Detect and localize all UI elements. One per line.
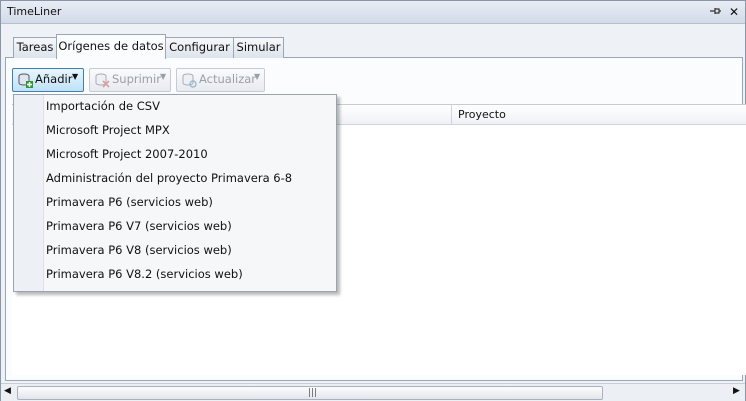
- horizontal-scrollbar[interactable]: ◀ ||| ▶: [1, 383, 745, 401]
- close-icon[interactable]: ✕: [726, 4, 742, 20]
- delete-button-label: Suprimir: [112, 72, 161, 86]
- database-refresh-icon: [181, 72, 197, 88]
- column-header-proyecto[interactable]: Proyecto: [458, 108, 506, 121]
- column-divider[interactable]: [451, 105, 452, 124]
- scroll-left-arrow-icon[interactable]: ◀: [4, 386, 11, 396]
- menu-item-csv-import[interactable]: Importación de CSV: [46, 96, 160, 116]
- database-add-icon: [17, 72, 33, 88]
- grip-icon: |||: [308, 388, 318, 398]
- tab-tareas[interactable]: Tareas: [13, 37, 57, 58]
- add-button[interactable]: Añadir ▼: [12, 68, 84, 92]
- delete-button[interactable]: Suprimir ▼: [89, 68, 171, 92]
- menu-item-primavera-p6-ws[interactable]: Primavera P6 (servicios web): [46, 192, 213, 212]
- menu-item-ms-project-mpx[interactable]: Microsoft Project MPX: [46, 120, 170, 140]
- menu-item-primavera-p6-v8-ws[interactable]: Primavera P6 V8 (servicios web): [46, 240, 232, 260]
- menu-item-ms-project-2007-2010[interactable]: Microsoft Project 2007-2010: [46, 144, 208, 164]
- add-button-label: Añadir: [35, 72, 73, 86]
- chevron-down-icon: ▼: [254, 72, 261, 81]
- refresh-button[interactable]: Actualizar ▼: [176, 68, 265, 92]
- database-delete-icon: [94, 72, 110, 88]
- refresh-button-label: Actualizar: [199, 72, 257, 86]
- menu-item-primavera-6-8[interactable]: Administración del proyecto Primavera 6-…: [46, 168, 292, 188]
- tab-configurar[interactable]: Configurar: [165, 37, 234, 58]
- scrollbar-thumb[interactable]: |||: [17, 386, 603, 400]
- title-bar: TimeLiner ✕: [1, 1, 745, 24]
- chevron-down-icon: ▼: [72, 72, 79, 81]
- timeliner-panel: TimeLiner ✕ Tareas Orígenes de datos Con…: [0, 0, 746, 401]
- pin-icon[interactable]: [707, 4, 723, 20]
- scroll-right-arrow-icon[interactable]: ▶: [733, 386, 740, 396]
- tab-origenes-de-datos[interactable]: Orígenes de datos: [56, 34, 166, 59]
- menu-item-primavera-p6-v7-ws[interactable]: Primavera P6 V7 (servicios web): [46, 216, 232, 236]
- window-title: TimeLiner: [7, 5, 62, 18]
- tab-simular[interactable]: Simular: [233, 37, 284, 58]
- menu-item-primavera-p6-v82-ws[interactable]: Primavera P6 V8.2 (servicios web): [46, 264, 243, 284]
- menu-icon-gutter: [14, 95, 44, 291]
- add-dropdown-menu: Importación de CSV Microsoft Project MPX…: [13, 94, 337, 292]
- chevron-down-icon: ▼: [160, 72, 167, 81]
